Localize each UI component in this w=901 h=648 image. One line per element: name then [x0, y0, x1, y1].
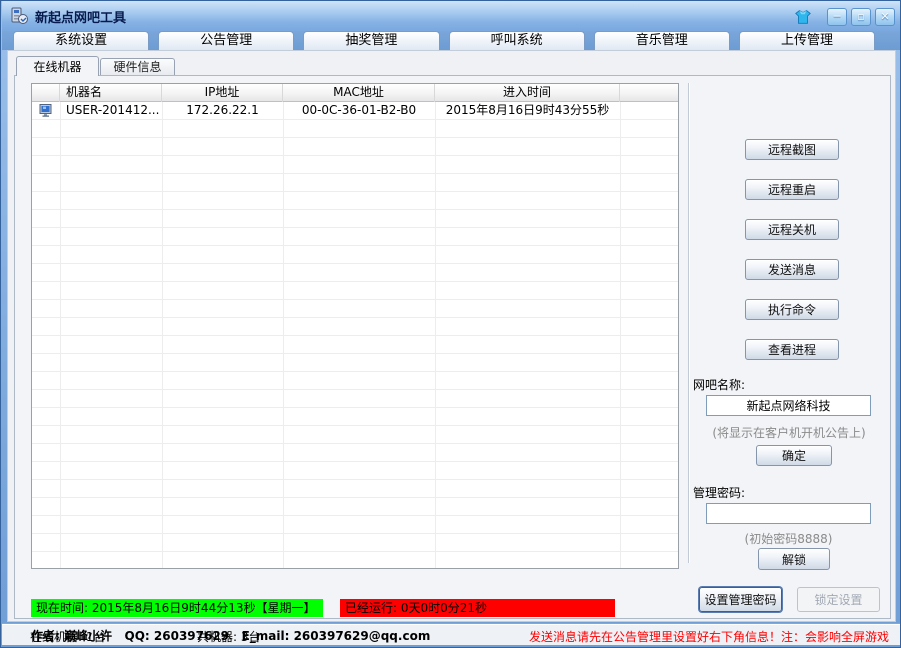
vertical-divider [688, 83, 690, 563]
col-enter-time[interactable]: 进入时间 [435, 84, 620, 102]
machine-table[interactable]: 机器名 IP地址 MAC地址 进入时间 [31, 83, 679, 569]
current-time-strip: 现在时间: 2015年8月16日9时44分13秒【星期一】 [31, 599, 323, 617]
tab-lottery[interactable]: 抽奖管理 [303, 31, 439, 50]
author-line: 作者: 巅峰小许 QQ: 260397629 E_mail: 260397629… [31, 627, 430, 644]
confirm-button[interactable]: 确定 [756, 445, 832, 466]
system-settings-panel: 在线机器 硬件信息 机器名 IP地址 MAC地址 进入时间 [7, 50, 896, 622]
remote-restart-button[interactable]: 远程重启 [745, 179, 839, 200]
tab-announcement[interactable]: 公告管理 [158, 31, 294, 50]
close-button[interactable]: ✕ [875, 8, 895, 26]
set-admin-password-button[interactable]: 设置管理密码 [699, 587, 782, 612]
subtab-online-machines[interactable]: 在线机器 [16, 56, 99, 76]
execute-command-button[interactable]: 执行命令 [745, 299, 839, 320]
send-message-button[interactable]: 发送消息 [745, 259, 839, 280]
app-icon [9, 6, 29, 26]
remote-screenshot-button[interactable]: 远程截图 [745, 139, 839, 160]
admin-password-input[interactable] [706, 503, 871, 524]
tab-system-settings[interactable]: 系统设置 [13, 31, 149, 50]
online-machines-page: 机器名 IP地址 MAC地址 进入时间 [14, 75, 891, 619]
cell-mac-address: 00-0C-36-01-B2-B0 [283, 102, 435, 120]
tab-call-system[interactable]: 呼叫系统 [449, 31, 585, 50]
remote-shutdown-button[interactable]: 远程关机 [745, 219, 839, 240]
app-window: 新起点网吧工具 ─ ▫ ✕ 系统设置 公告管理 抽奖管理 呼叫系统 音乐管理 上… [0, 0, 901, 648]
view-processes-button[interactable]: 查看进程 [745, 339, 839, 360]
admin-password-label: 管理密码: [693, 484, 745, 501]
uptime-strip: 已经运行: 0天0时0分21秒 [340, 599, 615, 617]
maximize-button[interactable]: ▫ [851, 8, 871, 26]
col-machine-name[interactable]: 机器名 [60, 84, 162, 102]
machine-table-header: 机器名 IP地址 MAC地址 进入时间 [32, 84, 678, 102]
subtab-hardware-info[interactable]: 硬件信息 [100, 58, 175, 76]
lock-settings-button: 锁定设置 [797, 587, 880, 612]
unlock-button[interactable]: 解锁 [758, 548, 830, 570]
admin-password-hint: (初始密码8888) [706, 530, 871, 547]
tab-upload[interactable]: 上传管理 [739, 31, 875, 50]
minimize-button[interactable]: ─ [827, 8, 847, 26]
table-row[interactable]: USER-201412... 172.26.22.1 00-0C-36-01-B… [32, 102, 678, 120]
cell-machine-name: USER-201412... [60, 102, 162, 120]
main-tab-bar: 系统设置 公告管理 抽奖管理 呼叫系统 音乐管理 上传管理 [2, 31, 901, 50]
notice-message: 发送消息请先在公告管理里设置好右下角信息！注：会影响全屏游戏 [529, 628, 889, 645]
title-bar: 新起点网吧工具 ─ ▫ ✕ [2, 1, 901, 31]
cafe-name-label: 网吧名称: [693, 376, 745, 393]
machine-table-body[interactable]: USER-201412... 172.26.22.1 00-0C-36-01-B… [32, 102, 678, 568]
window-title: 新起点网吧工具 [35, 7, 126, 26]
shirt-icon [794, 8, 812, 26]
computer-icon [39, 104, 54, 117]
col-mac-address[interactable]: MAC地址 [283, 84, 435, 102]
col-ip-address[interactable]: IP地址 [162, 84, 283, 102]
cell-enter-time: 2015年8月16日9时43分55秒 [435, 102, 620, 120]
cafe-name-input[interactable] [706, 395, 871, 416]
tab-music[interactable]: 音乐管理 [594, 31, 730, 50]
skin-theme-button[interactable] [791, 6, 815, 28]
cell-ip-address: 172.26.22.1 [162, 102, 283, 120]
cafe-name-hint: (将显示在客户机开机公告上) [691, 424, 887, 441]
